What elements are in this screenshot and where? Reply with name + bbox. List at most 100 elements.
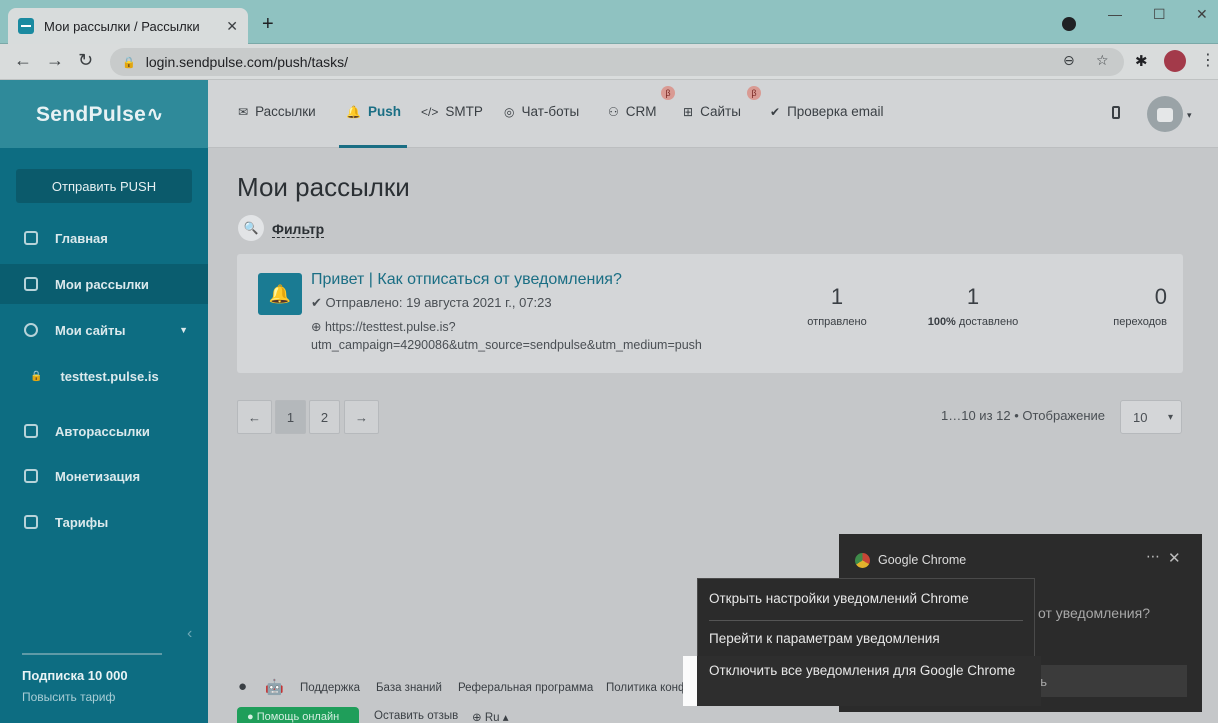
- bookmark-star-icon[interactable]: ☆: [1096, 52, 1109, 69]
- nav-chatbots[interactable]: ◎ Чат-боты: [504, 104, 579, 119]
- sidebar-item-site[interactable]: 🔒 testtest.pulse.is: [0, 356, 208, 396]
- footer-link-referral[interactable]: Реферальная программа: [458, 682, 593, 694]
- nav-crm[interactable]: ⚇ CRM: [608, 104, 657, 119]
- per-page-value: 10: [1133, 409, 1148, 425]
- pager-next-button[interactable]: →: [344, 400, 379, 434]
- campaign-card: 🔔 Привет | Как отписаться от уведомления…: [237, 254, 1183, 373]
- pager-prev-button[interactable]: ←: [237, 400, 272, 434]
- check-circle-icon: ✔: [770, 104, 781, 119]
- android-icon[interactable]: 🤖: [265, 678, 284, 696]
- nav-push[interactable]: 🔔 Push: [346, 104, 401, 119]
- search-icon[interactable]: 🔍: [238, 215, 264, 241]
- avatar[interactable]: [1147, 96, 1183, 132]
- brand-bar: SendPulse∿: [0, 80, 208, 148]
- browser-menu-icon[interactable]: ⋮: [1200, 50, 1216, 70]
- sendpulse-logo[interactable]: SendPulse∿: [36, 102, 164, 127]
- stat-label: переходов: [1113, 316, 1167, 328]
- zoom-icon[interactable]: ⊖: [1063, 52, 1075, 69]
- profile-avatar[interactable]: [1164, 50, 1186, 72]
- stat-number: 1: [830, 284, 844, 309]
- sites-icon: ⊞: [683, 104, 694, 119]
- per-page-select[interactable]: 10 ▾: [1120, 400, 1182, 434]
- sidebar: SendPulse∿ Отправить PUSH Главная Мои ра…: [0, 80, 208, 723]
- send-push-button[interactable]: Отправить PUSH: [16, 169, 192, 203]
- tab-search-icon[interactable]: [1062, 17, 1076, 31]
- monetization-icon: [24, 469, 38, 483]
- close-icon[interactable]: ✕: [1168, 549, 1181, 567]
- menu-item-chrome-settings[interactable]: Открыть настройки уведомлений Chrome: [709, 591, 969, 606]
- chrome-icon: [855, 553, 870, 568]
- footer-link-knowledge-base[interactable]: База знаний: [376, 682, 442, 694]
- tab-close-icon[interactable]: ✕: [226, 18, 238, 35]
- divider: [22, 653, 162, 655]
- apple-icon[interactable]: ●: [238, 678, 247, 695]
- footer-link-privacy[interactable]: Политика конфи: [606, 682, 694, 694]
- back-button[interactable]: ←: [14, 50, 32, 71]
- forward-button[interactable]: →: [46, 50, 64, 71]
- sidebar-item-autoresponders[interactable]: Авторассылки: [0, 411, 208, 451]
- sidebar-item-my-sites[interactable]: Мои сайты ▼: [0, 310, 208, 350]
- sidebar-item-my-campaigns[interactable]: Мои рассылки: [0, 264, 208, 304]
- upgrade-plan-link[interactable]: Повысить тариф: [22, 690, 115, 704]
- mobile-icon[interactable]: [1112, 106, 1120, 119]
- collapse-sidebar-icon[interactable]: ‹: [187, 625, 192, 643]
- pager-page-1[interactable]: 1: [275, 400, 306, 434]
- dashboard-icon: [24, 231, 38, 245]
- automation-icon: [24, 424, 38, 438]
- bell-icon: 🔔: [346, 104, 361, 119]
- pager-page-2[interactable]: 2: [309, 400, 340, 434]
- lock-icon: 🔒: [122, 56, 136, 69]
- help-online-button[interactable]: ● Помощь онлайн: [237, 707, 359, 723]
- maximize-button[interactable]: ☐: [1153, 6, 1166, 23]
- minimize-button[interactable]: —: [1108, 6, 1122, 22]
- filter-link[interactable]: Фильтр: [272, 221, 325, 238]
- sidebar-item-label: Авторассылки: [55, 423, 150, 439]
- nav-label: Push: [367, 104, 401, 119]
- chevron-down-icon[interactable]: ▾: [1187, 110, 1192, 121]
- extensions-icon[interactable]: ✱: [1135, 52, 1148, 70]
- campaign-title-link[interactable]: Привет | Как отписаться от уведомления?: [311, 271, 622, 289]
- browser-tab[interactable]: Мои рассылки / Рассылки ✕: [8, 8, 248, 44]
- reload-button[interactable]: ↻: [78, 50, 93, 71]
- menu-item-notification-params[interactable]: Перейти к параметрам уведомления: [709, 631, 940, 646]
- sidebar-item-label: Мои рассылки: [55, 276, 149, 292]
- menu-item-disable-all-highlight[interactable]: Отключить все уведомления для Google Chr…: [697, 656, 1041, 706]
- nav-email-verification[interactable]: ✔ Проверка email: [770, 104, 884, 119]
- browser-toolbar: ← → ↻ 🔒 login.sendpulse.com/push/tasks/ …: [0, 44, 1218, 80]
- chevron-down-icon: ▼: [179, 325, 188, 335]
- lock-icon: 🔒: [30, 370, 43, 382]
- beta-badge: β: [747, 86, 761, 100]
- menu-divider: [709, 620, 1023, 621]
- language-select[interactable]: ⊕ Ru ▴: [472, 710, 509, 723]
- tab-title: Мои рассылки / Рассылки: [44, 18, 200, 34]
- page-title: Мои рассылки: [237, 172, 410, 202]
- feedback-link[interactable]: Оставить отзыв: [374, 710, 458, 722]
- new-tab-button[interactable]: +: [262, 13, 274, 36]
- sidebar-item-label: Главная: [55, 230, 108, 246]
- sidebar-item-home[interactable]: Главная: [0, 218, 208, 258]
- beta-badge: β: [661, 86, 675, 100]
- window-close-button[interactable]: ✕: [1196, 6, 1208, 23]
- browser-tabstrip: Мои рассылки / Рассылки ✕ + — ☐ ✕: [0, 0, 1218, 44]
- code-icon: </>: [421, 104, 439, 119]
- campaigns-icon: [24, 277, 38, 291]
- nav-label: Чат-боты: [521, 104, 580, 119]
- nav-email[interactable]: ✉ Рассылки: [238, 104, 316, 119]
- sidebar-item-monetization[interactable]: Монетизация: [0, 456, 208, 496]
- stat-label-text: доставлено: [955, 316, 1019, 328]
- nav-label: Проверка email: [787, 104, 884, 119]
- more-options-icon[interactable]: ⋯: [1146, 548, 1160, 565]
- globe-icon: [24, 323, 38, 337]
- notification-app-name: Google Chrome: [878, 553, 967, 567]
- stat-delivered: 1 100% доставлено: [909, 284, 1037, 328]
- stat-clicks: 0 переходов: [1097, 284, 1167, 328]
- menu-item-disable-all[interactable]: Отключить все уведомления для Google Chr…: [709, 663, 1015, 678]
- sidebar-item-pricing[interactable]: Тарифы: [0, 502, 208, 542]
- nav-sites[interactable]: ⊞ Сайты: [683, 104, 741, 119]
- url-text[interactable]: login.sendpulse.com/push/tasks/: [146, 54, 348, 70]
- stat-label: 100% доставлено: [909, 316, 1037, 328]
- address-bar[interactable]: 🔒 login.sendpulse.com/push/tasks/: [110, 48, 1124, 76]
- footer-link-support[interactable]: Поддержка: [300, 682, 360, 694]
- envelope-icon: ✉: [238, 104, 249, 119]
- nav-smtp[interactable]: </> SMTP: [421, 104, 483, 119]
